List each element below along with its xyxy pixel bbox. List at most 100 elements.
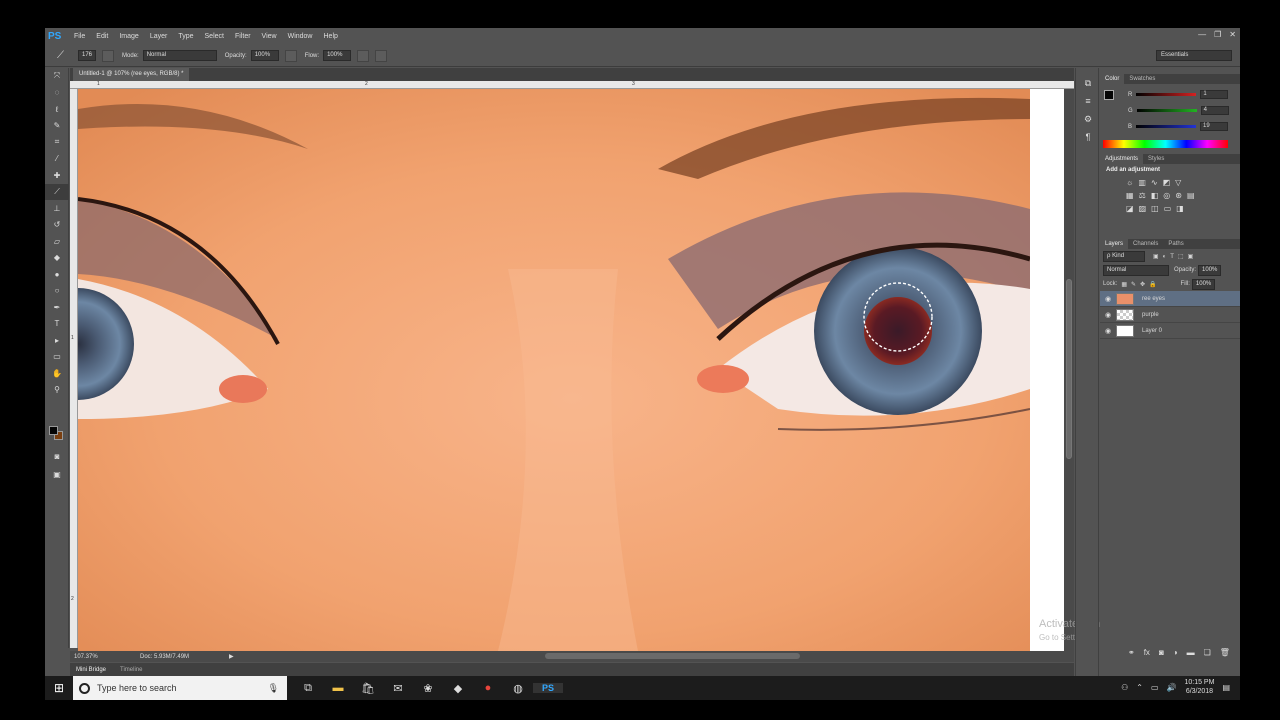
add-mask-icon[interactable]: ◙ <box>1159 648 1164 660</box>
visibility-eye-icon[interactable]: ◉ <box>1100 295 1116 303</box>
healing-brush-tool-icon[interactable]: ✚ <box>45 167 69 184</box>
tab-swatches[interactable]: Swatches <box>1124 76 1160 82</box>
new-layer-icon[interactable]: ❏ <box>1204 648 1211 660</box>
move-tool-icon[interactable]: ⤧ <box>45 68 69 85</box>
quick-mask-icon[interactable]: ◙ <box>45 448 69 465</box>
new-group-icon[interactable]: ▬ <box>1187 648 1195 660</box>
status-arrow-icon[interactable]: ▶ <box>229 653 234 660</box>
visibility-eye-icon[interactable]: ◉ <box>1100 327 1116 335</box>
type-tool-icon[interactable]: T <box>45 316 69 333</box>
photoshop-taskbar-icon[interactable]: PS <box>533 683 563 693</box>
lock-icons[interactable]: ▦✎✥🔒 <box>1121 281 1160 288</box>
tab-color[interactable]: Color <box>1100 74 1125 84</box>
blur-tool-icon[interactable]: ● <box>45 266 69 283</box>
menu-filter[interactable]: Filter <box>235 33 251 40</box>
menu-edit[interactable]: Edit <box>96 33 108 40</box>
horizontal-scroll-thumb[interactable] <box>545 653 800 659</box>
app-icon-2[interactable]: ◆ <box>443 682 473 695</box>
app-icon-3[interactable]: ◍ <box>503 682 533 695</box>
value-r[interactable]: 1 <box>1200 90 1229 99</box>
menu-layer[interactable]: Layer <box>150 33 168 40</box>
marquee-tool-icon[interactable]: ◌ <box>45 85 69 102</box>
tab-channels[interactable]: Channels <box>1128 241 1163 247</box>
layer-row[interactable]: ◉ Layer 0 <box>1100 323 1240 339</box>
airbrush-icon[interactable] <box>357 49 370 62</box>
info-panel-icon[interactable]: ⚙ <box>1076 110 1100 128</box>
delete-layer-icon[interactable]: 🗑 <box>1220 648 1230 660</box>
path-select-tool-icon[interactable]: ▸ <box>45 332 69 349</box>
tray-chevron-icon[interactable]: ⌃ <box>1136 683 1143 692</box>
workspace-select[interactable]: Essentials <box>1156 50 1232 61</box>
new-adjustment-icon[interactable]: ◑ <box>1173 648 1178 660</box>
curves-icon[interactable]: ∿ <box>1151 178 1158 187</box>
task-view-icon[interactable]: ⧉ <box>293 682 323 695</box>
eyedropper-tool-icon[interactable]: ⁄ <box>45 151 69 168</box>
mail-icon[interactable]: ✉ <box>383 682 413 695</box>
document-canvas[interactable] <box>78 89 1066 651</box>
microphone-icon[interactable]: 🎙 <box>268 683 279 694</box>
vibrance-icon[interactable]: ▽ <box>1175 178 1181 187</box>
pressure-size-icon[interactable] <box>375 49 388 62</box>
tab-styles[interactable]: Styles <box>1143 156 1169 162</box>
layer-style-icon[interactable]: fx <box>1144 648 1150 660</box>
menu-window[interactable]: Window <box>288 33 313 40</box>
menu-type[interactable]: Type <box>178 33 193 40</box>
zoom-tool-icon[interactable]: ⚲ <box>45 382 69 399</box>
clone-stamp-tool-icon[interactable]: ⊥ <box>45 200 69 217</box>
brush-tool-icon[interactable]: ⟋ <box>57 50 64 61</box>
close-button[interactable]: ✕ <box>1229 30 1236 39</box>
brush-size-picker[interactable]: 176 <box>78 50 97 61</box>
pressure-opacity-icon[interactable] <box>284 49 297 62</box>
value-g[interactable]: 4 <box>1200 106 1229 115</box>
history-brush-tool-icon[interactable]: ↺ <box>45 217 69 234</box>
black-white-icon[interactable]: ◧ <box>1151 191 1159 200</box>
channel-mixer-icon[interactable]: ⊛ <box>1175 191 1182 200</box>
screen-mode-icon[interactable]: ▣ <box>45 466 69 483</box>
pen-tool-icon[interactable]: ✒ <box>45 299 69 316</box>
hand-tool-icon[interactable]: ✋ <box>45 365 69 382</box>
gradient-map-icon[interactable]: ▭ <box>1164 204 1172 213</box>
minimize-button[interactable]: — <box>1198 30 1206 39</box>
notifications-icon[interactable]: ▤ <box>1222 683 1230 692</box>
invert-icon[interactable]: ◪ <box>1126 204 1134 213</box>
link-layers-icon[interactable]: ⚭ <box>1128 648 1135 660</box>
mode-select[interactable]: Normal <box>142 50 217 61</box>
history-panel-icon[interactable]: ⧉ <box>1076 74 1100 92</box>
tab-timeline[interactable]: Timeline <box>120 667 142 673</box>
opacity-input[interactable]: 100% <box>250 50 279 61</box>
shape-tool-icon[interactable]: ▭ <box>45 349 69 366</box>
brightness-icon[interactable]: ☼ <box>1126 178 1133 187</box>
visibility-eye-icon[interactable]: ◉ <box>1100 311 1116 319</box>
menu-image[interactable]: Image <box>119 33 138 40</box>
photo-filter-icon[interactable]: ◎ <box>1163 191 1170 200</box>
slider-r[interactable] <box>1136 93 1197 96</box>
color-lookup-icon[interactable]: ▤ <box>1187 191 1195 200</box>
color-balance-icon[interactable]: ⚖ <box>1139 191 1146 200</box>
doc-size[interactable]: Doc: 5.93M/7.49M <box>140 654 189 660</box>
properties-panel-icon[interactable]: ≡ <box>1076 92 1100 110</box>
volume-icon[interactable]: 🔊 <box>1167 683 1177 692</box>
selective-color-icon[interactable]: ◨ <box>1176 204 1184 213</box>
exposure-icon[interactable]: ◩ <box>1163 178 1171 187</box>
layer-row[interactable]: ◉ purple <box>1100 307 1240 323</box>
slider-b[interactable] <box>1136 125 1197 128</box>
flow-input[interactable]: 100% <box>323 50 352 61</box>
clock[interactable]: 10:15 PM 6/3/2018 <box>1184 678 1214 696</box>
document-tab[interactable]: Untitled-1 @ 107% (ree eyes, RGB/8) * <box>73 68 190 81</box>
people-icon[interactable]: ⚇ <box>1121 683 1128 692</box>
taskbar-search-box[interactable]: Type here to search 🎙 <box>73 676 287 700</box>
network-icon[interactable]: ▭ <box>1151 683 1159 692</box>
color-fg-swatch[interactable] <box>1104 90 1114 100</box>
blend-mode-select[interactable]: Normal <box>1103 264 1169 276</box>
lasso-tool-icon[interactable]: ℓ <box>45 101 69 118</box>
filter-icons[interactable]: ▣◐T⬚▣ <box>1153 253 1197 260</box>
menu-view[interactable]: View <box>262 33 277 40</box>
restore-button[interactable]: ❐ <box>1214 30 1221 39</box>
crop-tool-icon[interactable]: ⌗ <box>45 134 69 151</box>
tab-mini-bridge[interactable]: Mini Bridge <box>76 667 106 673</box>
dodge-tool-icon[interactable]: ○ <box>45 283 69 300</box>
start-windows-icon[interactable]: ⊞ <box>45 681 73 695</box>
zoom-level[interactable]: 107.37% <box>74 654 110 660</box>
posterize-icon[interactable]: ▨ <box>1139 204 1147 213</box>
threshold-icon[interactable]: ◫ <box>1151 204 1159 213</box>
